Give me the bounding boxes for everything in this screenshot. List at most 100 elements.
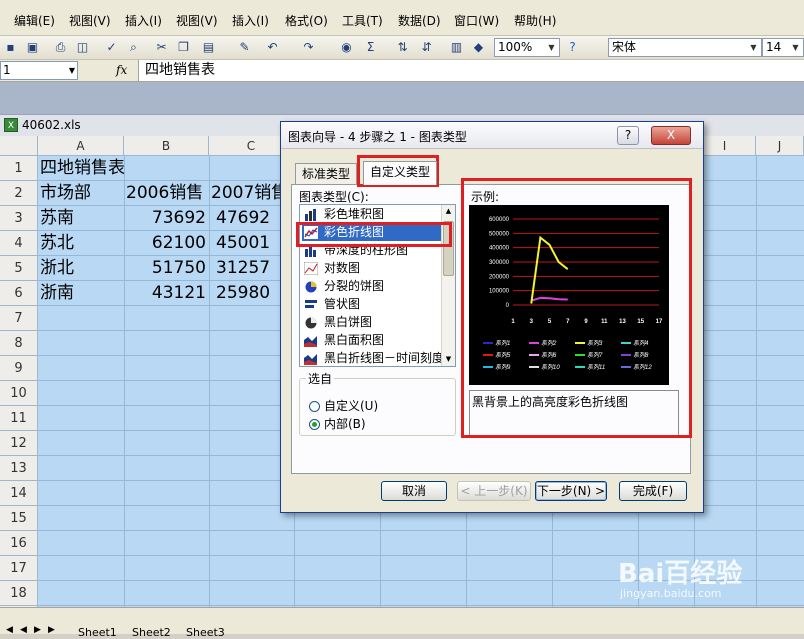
row-header-12[interactable]: 12 (0, 431, 38, 456)
scroll-thumb[interactable] (443, 221, 454, 276)
sheet-tab-3[interactable]: Sheet3 (186, 626, 225, 639)
print-icon[interactable]: ⎙ (52, 39, 69, 56)
menu-tools[interactable]: 工具(T) (342, 12, 383, 29)
cell-c5[interactable]: 31257 (216, 256, 286, 281)
permission-icon[interactable]: ▣ (24, 39, 41, 56)
next-button[interactable]: 下一步(N) > (535, 481, 607, 501)
copy-icon[interactable]: ❐ (175, 39, 192, 56)
row-header-17[interactable]: 17 (0, 556, 38, 581)
list-item[interactable]: 管状图 (302, 295, 442, 313)
fx-icon[interactable]: fx (116, 63, 127, 77)
row-header-10[interactable]: 10 (0, 381, 38, 406)
list-item[interactable]: 黑白面积图 (302, 331, 442, 349)
row-header-5[interactable]: 5 (0, 256, 38, 281)
row-header-7[interactable]: 7 (0, 306, 38, 331)
menu-insert[interactable]: 插入(I) (125, 12, 162, 29)
menu-data[interactable]: 数据(D) (398, 12, 441, 29)
zoom-select[interactable]: 100% ▼ (494, 38, 560, 57)
column-header-b[interactable]: B (124, 136, 209, 156)
scroll-up-icon[interactable]: ▲ (442, 205, 455, 218)
menu-insert-2[interactable]: 插入(I) (232, 12, 269, 29)
spelling-icon[interactable]: ✓ (103, 39, 120, 56)
undo-icon[interactable]: ↶ (264, 39, 281, 56)
cell-a3[interactable]: 苏南 (40, 206, 74, 231)
tab-standard-types[interactable]: 标准类型 (295, 163, 358, 185)
cut-icon[interactable]: ✂ (153, 39, 170, 56)
menu-window[interactable]: 窗口(W) (454, 12, 499, 29)
cell-a4[interactable]: 苏北 (40, 231, 74, 256)
cell-b5[interactable]: 51750 (124, 256, 206, 281)
row-header-11[interactable]: 11 (0, 406, 38, 431)
menu-view-2[interactable]: 视图(V) (176, 12, 218, 29)
cell-a1[interactable]: 四地销售表 (40, 156, 240, 181)
drawing-icon[interactable]: ◆ (470, 39, 487, 56)
name-box[interactable]: 1 ▼ (0, 61, 78, 80)
cell-a6[interactable]: 浙南 (40, 281, 74, 306)
row-header-8[interactable]: 8 (0, 331, 38, 356)
cell-b4[interactable]: 62100 (124, 231, 206, 256)
row-header-15[interactable]: 15 (0, 506, 38, 531)
finish-button[interactable]: 完成(F) (619, 481, 687, 501)
font-size-select[interactable]: 14 ▼ (762, 38, 804, 57)
menu-edit[interactable]: 编辑(E) (14, 12, 55, 29)
tab-custom-types[interactable]: 自定义类型 (363, 161, 438, 185)
list-item[interactable]: 彩色堆积图 (302, 205, 442, 223)
list-item[interactable]: 带深度的柱形图 (302, 241, 442, 259)
row-header-2[interactable]: 2 (0, 181, 38, 206)
cell-c4[interactable]: 45001 (216, 231, 286, 256)
sort-descending-icon[interactable]: ⇵ (418, 39, 435, 56)
select-all-corner[interactable] (0, 136, 38, 156)
column-header-a[interactable]: A (38, 136, 124, 156)
list-item-selected[interactable]: 彩色折线图 (302, 223, 442, 241)
row-header-9[interactable]: 9 (0, 356, 38, 381)
paste-icon[interactable]: ▤ (200, 39, 217, 56)
cell-c2[interactable]: 2007销售 (211, 181, 281, 206)
research-icon[interactable]: ⌕ (125, 39, 142, 56)
row-header-13[interactable]: 13 (0, 456, 38, 481)
formula-input[interactable]: 四地销售表 (138, 60, 804, 81)
cell-b6[interactable]: 43121 (124, 281, 206, 306)
cell-a5[interactable]: 浙北 (40, 256, 74, 281)
autosum-icon[interactable]: Σ (362, 39, 379, 56)
chart-wizard-icon[interactable]: ▥ (448, 39, 465, 56)
sort-ascending-icon[interactable]: ⇅ (394, 39, 411, 56)
format-painter-icon[interactable]: ✎ (236, 39, 253, 56)
help-button[interactable]: ? (617, 126, 639, 145)
cell-c3[interactable]: 47692 (216, 206, 286, 231)
cell-a2[interactable]: 市场部 (40, 181, 91, 206)
list-item[interactable]: 黑白折线图－时间刻度 (302, 349, 444, 366)
list-item[interactable]: 分裂的饼图 (302, 277, 442, 295)
row-header-18[interactable]: 18 (0, 581, 38, 606)
cell-c6[interactable]: 25980 (216, 281, 286, 306)
radio-builtin[interactable]: 内部(B) (309, 417, 366, 431)
row-header-1[interactable]: 1 (0, 156, 38, 181)
cell-b3[interactable]: 73692 (124, 206, 206, 231)
row-header-16[interactable]: 16 (0, 531, 38, 556)
redo-icon[interactable]: ↷ (300, 39, 317, 56)
column-header-j[interactable]: J (756, 136, 804, 156)
list-item[interactable]: 黑白饼图 (302, 313, 442, 331)
menu-help[interactable]: 帮助(H) (514, 12, 556, 29)
list-item[interactable]: 对数图 (302, 259, 442, 277)
row-header-14[interactable]: 14 (0, 481, 38, 506)
row-header-6[interactable]: 6 (0, 281, 38, 306)
hyperlink-icon[interactable]: ◉ (338, 39, 355, 56)
menu-format[interactable]: 格式(O) (285, 12, 328, 29)
close-button[interactable]: X (651, 126, 691, 145)
cell-b2[interactable]: 2006销售 (126, 181, 209, 206)
sheet-tab-1[interactable]: Sheet1 (78, 626, 117, 639)
radio-custom[interactable]: 自定义(U) (309, 399, 378, 413)
list-scrollbar[interactable]: ▲ ▼ (441, 205, 455, 366)
prev-button[interactable]: < 上一步(K) (457, 481, 531, 501)
chart-type-list[interactable]: 彩色堆积图 彩色折线图 带深度的柱形图 对数图 分裂的饼图 管状图 黑白饼图 黑… (299, 204, 456, 367)
font-name-select[interactable]: 宋体 ▼ (608, 38, 762, 57)
row-header-4[interactable]: 4 (0, 231, 38, 256)
row-header-3[interactable]: 3 (0, 206, 38, 231)
scroll-down-icon[interactable]: ▼ (442, 353, 455, 366)
cancel-button[interactable]: 取消 (381, 481, 447, 501)
print-preview-icon[interactable]: ◫ (74, 39, 91, 56)
sheet-tab-2[interactable]: Sheet2 (132, 626, 171, 639)
save-icon[interactable]: ▪ (2, 39, 19, 56)
menu-view[interactable]: 视图(V) (69, 12, 111, 29)
help-icon[interactable]: ? (564, 39, 581, 56)
